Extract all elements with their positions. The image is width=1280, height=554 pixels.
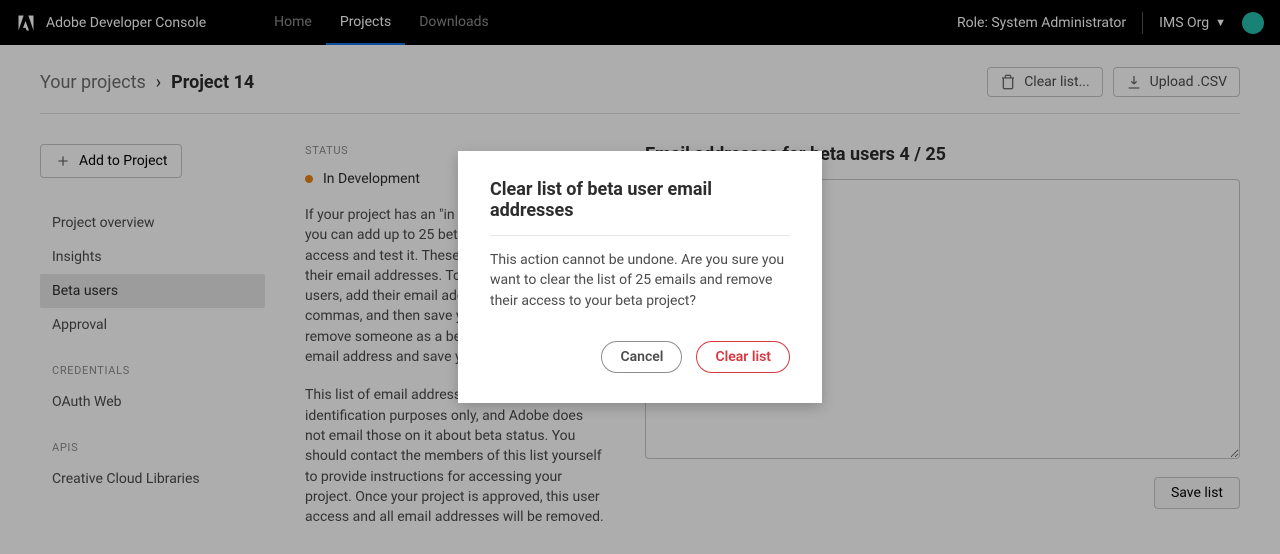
modal-title: Clear list of beta user email addresses: [490, 179, 790, 236]
clear-list-modal: Clear list of beta user email addresses …: [458, 151, 822, 403]
confirm-clear-button[interactable]: Clear list: [696, 341, 790, 373]
modal-actions: Cancel Clear list: [490, 341, 790, 373]
modal-overlay[interactable]: Clear list of beta user email addresses …: [0, 0, 1280, 554]
modal-body: This action cannot be undone. Are you su…: [490, 250, 790, 311]
cancel-button[interactable]: Cancel: [601, 341, 682, 373]
